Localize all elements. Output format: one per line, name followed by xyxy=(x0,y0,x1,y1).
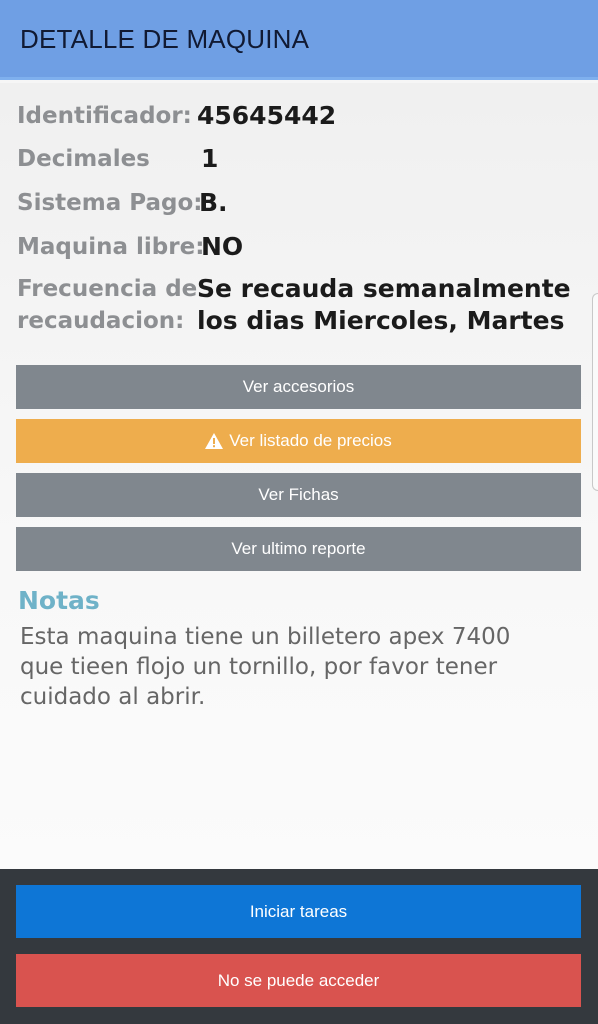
frecuencia-value-line2: los dias Miercoles, Martes xyxy=(197,306,565,335)
decimales-value: 1 xyxy=(201,144,219,173)
ver-ultimo-reporte-button[interactable]: Ver ultimo reporte xyxy=(16,527,581,571)
ver-fichas-label: Ver Fichas xyxy=(258,485,339,504)
maquina-libre-label: Maquina libre: xyxy=(17,234,205,260)
decimales-label: Decimales xyxy=(17,146,150,172)
ver-fichas-button[interactable]: Ver Fichas xyxy=(16,473,581,517)
warning-icon xyxy=(205,433,224,449)
ver-accesorios-button[interactable]: Ver accesorios xyxy=(16,365,581,409)
maquina-libre-value: NO xyxy=(201,232,244,261)
notes-line-2: que tieen flojo un tornillo, por favor t… xyxy=(20,654,498,680)
page-title: DETALLE DE MAQUINA xyxy=(20,24,310,54)
frecuencia-label-line2: recaudacion: xyxy=(17,308,185,334)
notes-line-1: Esta maquina tiene un billetero apex 740… xyxy=(20,624,511,650)
iniciar-tareas-label: Iniciar tareas xyxy=(249,901,348,921)
no-se-puede-acceder-label: No se puede acceder xyxy=(217,970,380,990)
ver-listado-precios-label: Ver listado de precios xyxy=(229,431,392,450)
notes-title: Notas xyxy=(18,586,100,615)
notes-text: Esta maquina tiene un billetero apex 740… xyxy=(20,622,580,712)
frecuencia-label-line1: Frecuencia de xyxy=(17,276,198,302)
ver-accesorios-label: Ver accesorios xyxy=(242,377,355,396)
header-bar: DETALLE DE MAQUINA xyxy=(0,0,598,80)
app-screen: DETALLE DE MAQUINA Identificador: 456454… xyxy=(0,0,598,1024)
footer-bar: Iniciar tareas No se puede acceder xyxy=(0,869,598,1024)
notes-line-3: cuidado al abrir. xyxy=(20,684,206,710)
scrollbar[interactable] xyxy=(592,293,598,491)
frecuencia-value-line1: Se recauda semanalmente xyxy=(197,274,571,303)
identificador-label: Identificador: xyxy=(17,103,192,129)
sistema-pago-label: Sistema Pago: xyxy=(17,190,203,216)
ver-ultimo-reporte-label: Ver ultimo reporte xyxy=(231,539,366,558)
no-se-puede-acceder-button[interactable]: No se puede acceder xyxy=(16,954,581,1007)
identificador-value: 45645442 xyxy=(197,101,337,130)
iniciar-tareas-button[interactable]: Iniciar tareas xyxy=(16,885,581,938)
sistema-pago-value: B. xyxy=(199,188,228,217)
ver-listado-precios-button[interactable]: Ver listado de precios xyxy=(16,419,581,463)
